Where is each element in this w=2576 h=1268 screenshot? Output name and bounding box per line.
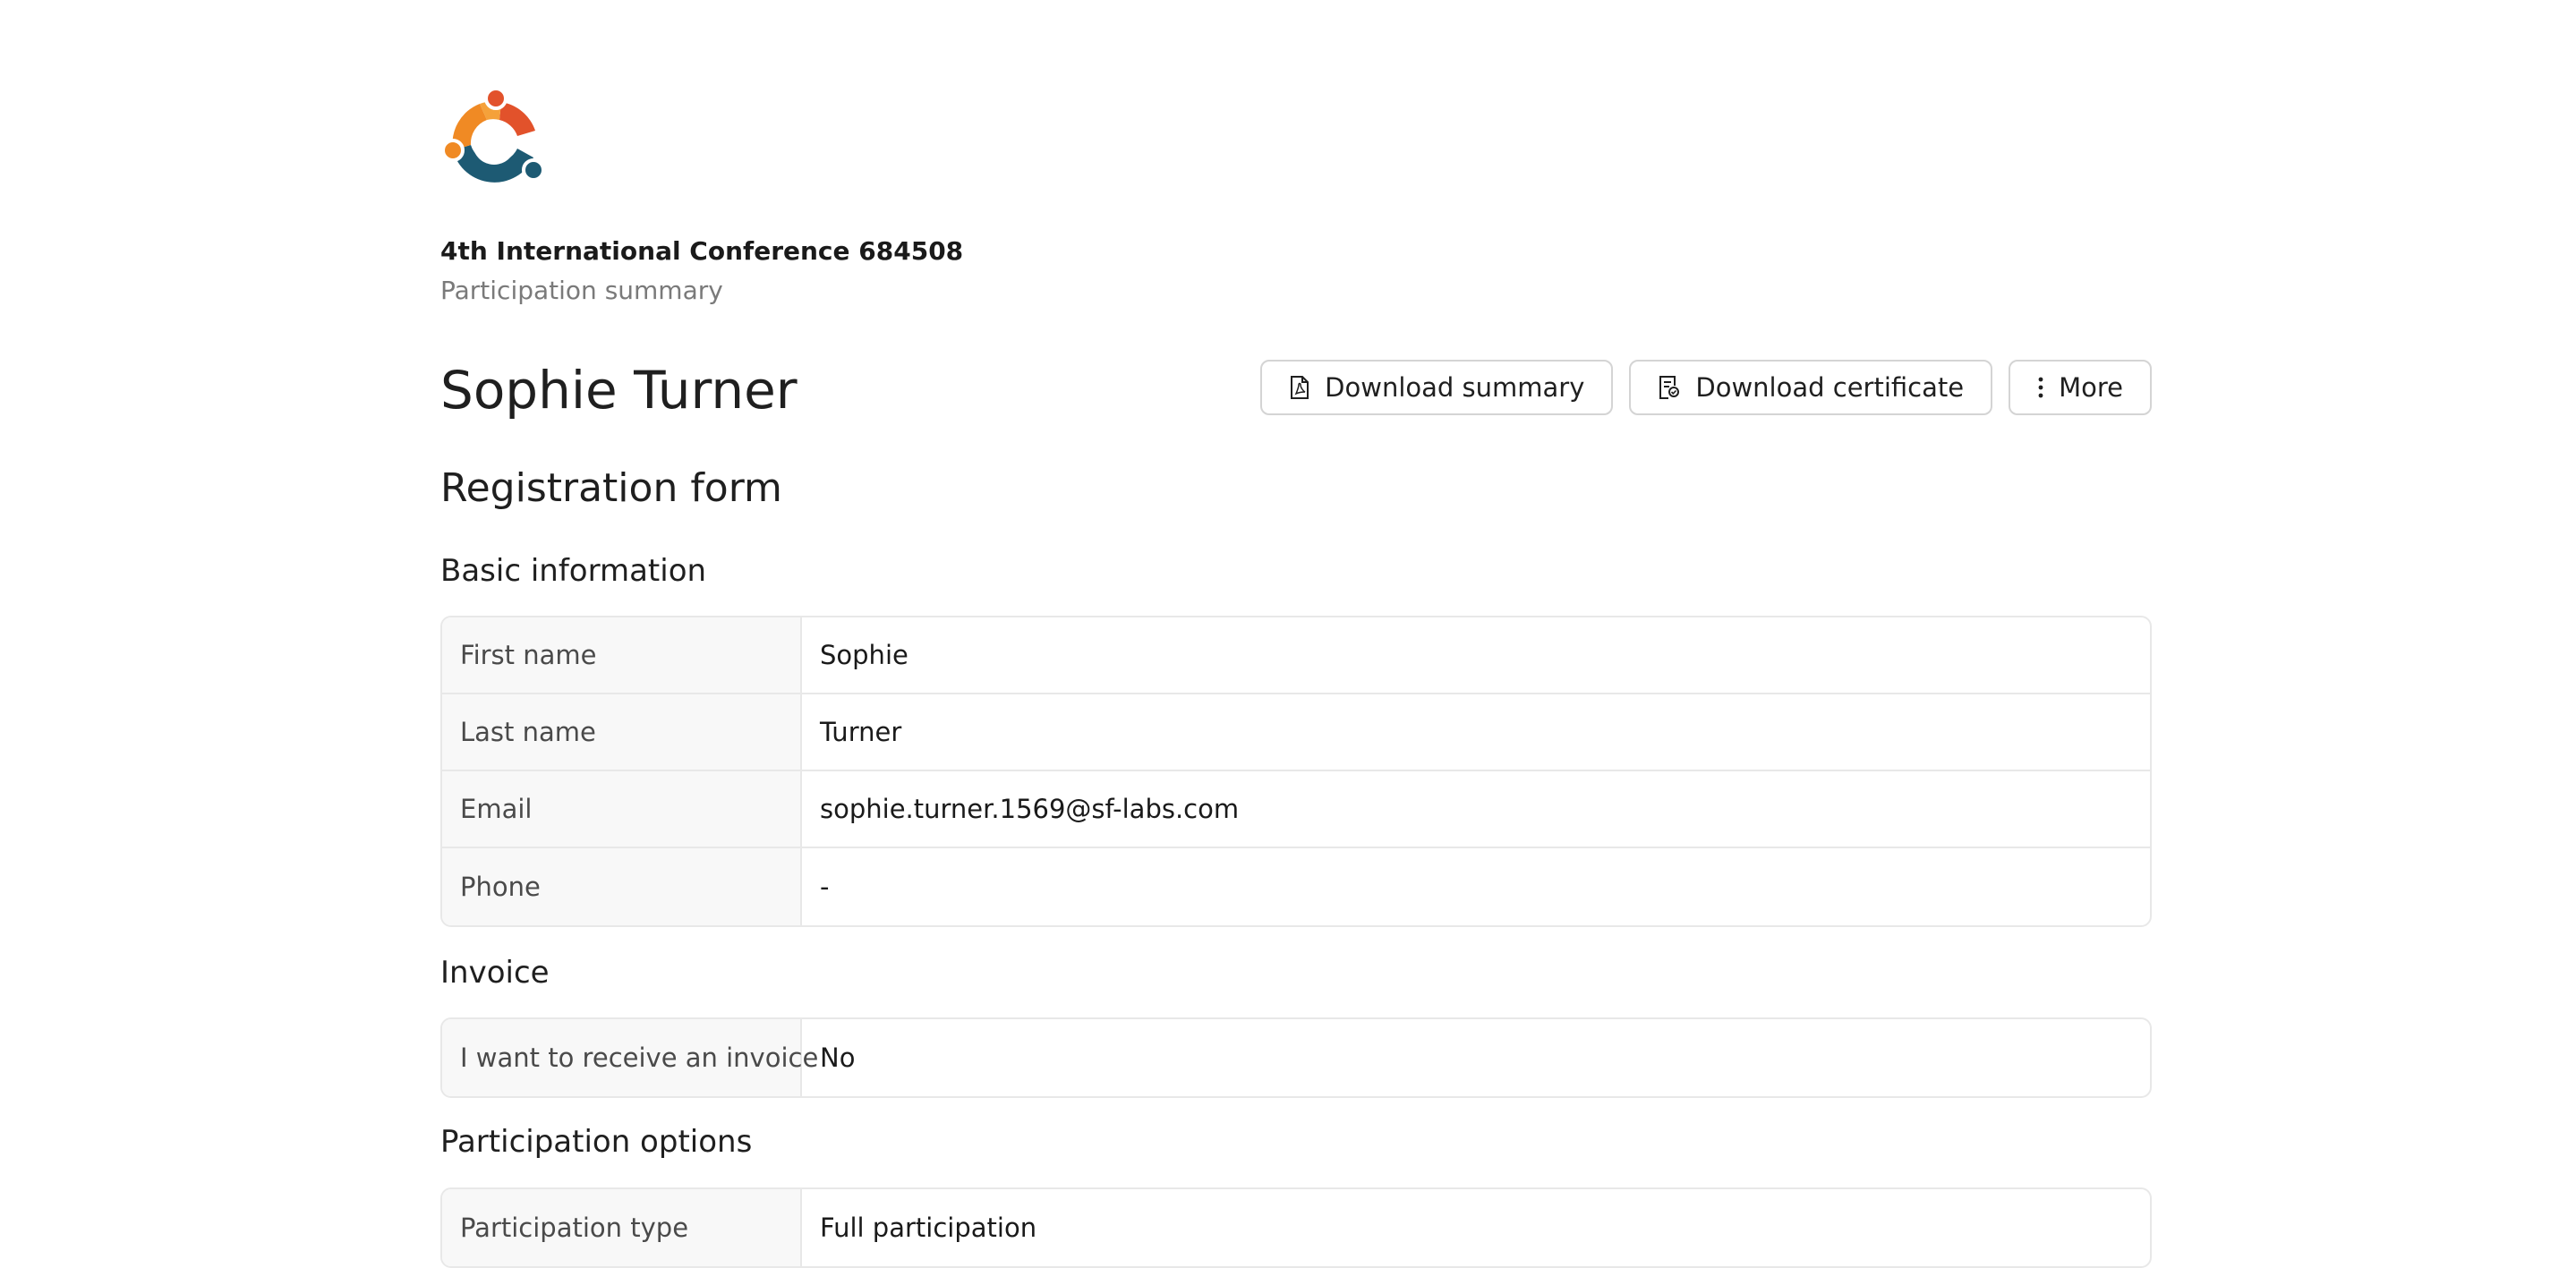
download-certificate-button[interactable]: Download certificate [1629, 360, 1993, 415]
download-summary-button[interactable]: Download summary [1260, 360, 1614, 415]
basic-information-heading: Basic information [440, 553, 707, 589]
event-subtitle: Participation summary [440, 276, 723, 305]
field-label: Phone [442, 848, 802, 925]
field-label: Participation type [442, 1189, 802, 1266]
registration-form-title: Registration form [440, 465, 782, 511]
more-label: More [2059, 372, 2123, 403]
vertical-ellipsis-icon [2037, 376, 2044, 399]
field-label: Last name [442, 694, 802, 770]
action-toolbar: Download summary Download certificate Mo… [1260, 360, 2152, 415]
participant-name: Sophie Turner [440, 360, 798, 421]
field-value: sophie.turner.1569@sf-labs.com [820, 794, 1240, 824]
table-row: Phone - [442, 848, 2150, 925]
table-row: First name Sophie [442, 617, 2150, 694]
pdf-file-icon [1289, 375, 1310, 400]
more-button[interactable]: More [2009, 360, 2152, 415]
field-value: - [820, 872, 830, 902]
field-value: Full participation [820, 1213, 1037, 1243]
basic-information-table: First name Sophie Last name Turner Email… [440, 616, 2152, 927]
download-certificate-label: Download certificate [1695, 372, 1965, 403]
field-label: First name [442, 617, 802, 693]
field-value: No [820, 1042, 856, 1073]
table-row: I want to receive an invoice No [442, 1019, 2150, 1096]
field-value: Turner [820, 717, 902, 747]
field-label: Email [442, 771, 802, 847]
download-summary-label: Download summary [1325, 372, 1585, 403]
field-value: Sophie [820, 640, 908, 670]
event-title: 4th International Conference 684508 [440, 236, 964, 266]
participation-options-heading: Participation options [440, 1124, 753, 1160]
conference-logo-icon [440, 86, 548, 197]
invoice-heading: Invoice [440, 955, 550, 991]
table-row: Participation type Full participation [442, 1189, 2150, 1266]
field-label: I want to receive an invoice [442, 1019, 818, 1096]
participation-options-table: Participation type Full participation [440, 1187, 2152, 1268]
table-row: Email sophie.turner.1569@sf-labs.com [442, 771, 2150, 848]
certificate-icon [1658, 375, 1681, 400]
invoice-table: I want to receive an invoice No [440, 1017, 2152, 1098]
table-row: Last name Turner [442, 694, 2150, 771]
